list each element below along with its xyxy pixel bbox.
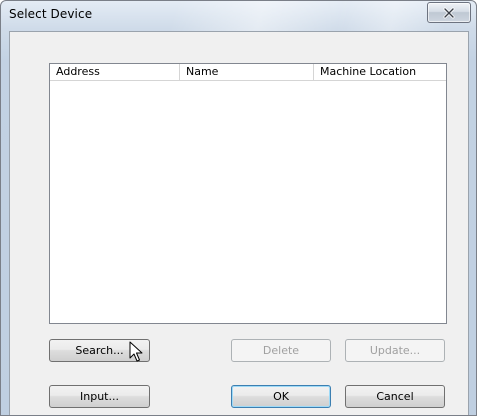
input-button[interactable]: Input... xyxy=(49,385,150,408)
window-title: Select Device xyxy=(9,7,93,21)
select-device-dialog: Select Device Address Name Machine Locat… xyxy=(0,0,477,416)
column-header-address[interactable]: Address xyxy=(50,64,180,80)
device-list[interactable]: Address Name Machine Location xyxy=(49,63,447,324)
cancel-button[interactable]: Cancel xyxy=(345,385,445,408)
column-header-name[interactable]: Name xyxy=(180,64,314,80)
device-list-header: Address Name Machine Location xyxy=(50,64,446,81)
dialog-client-area: Address Name Machine Location Search... … xyxy=(9,31,469,415)
column-header-machine-location[interactable]: Machine Location xyxy=(314,64,442,80)
close-button[interactable] xyxy=(427,2,471,23)
update-button[interactable]: Update... xyxy=(345,339,445,362)
delete-button[interactable]: Delete xyxy=(231,339,331,362)
ok-button[interactable]: OK xyxy=(231,385,331,408)
mouse-pointer-icon xyxy=(129,341,143,362)
close-icon xyxy=(443,7,455,18)
